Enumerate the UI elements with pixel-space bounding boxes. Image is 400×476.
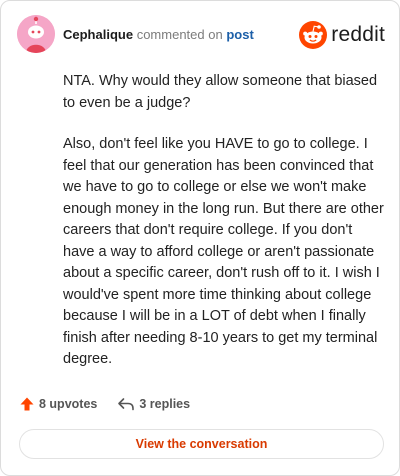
reply-count: 3 replies — [139, 397, 191, 411]
comment-verb: commented on — [136, 27, 223, 42]
comment-header: Cephalique commented on post reddit — [17, 15, 385, 55]
upvote-arrow-icon — [20, 397, 34, 411]
reply-icon — [118, 398, 135, 411]
author-name[interactable]: Cephalique — [63, 27, 133, 42]
avatar[interactable] — [17, 15, 55, 53]
upvotes-button[interactable]: 8 upvotes — [19, 396, 97, 412]
comment-body: NTA. Why would they allow someone that b… — [63, 71, 385, 391]
reddit-wordmark: reddit — [331, 23, 385, 46]
comment-paragraph-2: Also, don't feel like you HAVE to go to … — [63, 136, 384, 367]
upvote-count: 8 upvotes — [39, 397, 98, 411]
comment-card: Cephalique commented on post reddit NTA.… — [0, 0, 400, 476]
reddit-logo-icon — [299, 21, 328, 49]
reddit-brand[interactable]: reddit — [299, 20, 385, 50]
replies-button[interactable]: 3 replies — [117, 396, 190, 412]
comment-actions: 8 upvotes 3 replies — [19, 393, 210, 415]
avatar-snoo-icon — [17, 15, 55, 53]
author-line: Cephalique commented on post — [63, 27, 254, 42]
post-link[interactable]: post — [226, 27, 253, 42]
view-conversation-button[interactable]: View the conversation — [19, 429, 384, 459]
comment-paragraph-1: NTA. Why would they allow someone that b… — [63, 73, 378, 111]
